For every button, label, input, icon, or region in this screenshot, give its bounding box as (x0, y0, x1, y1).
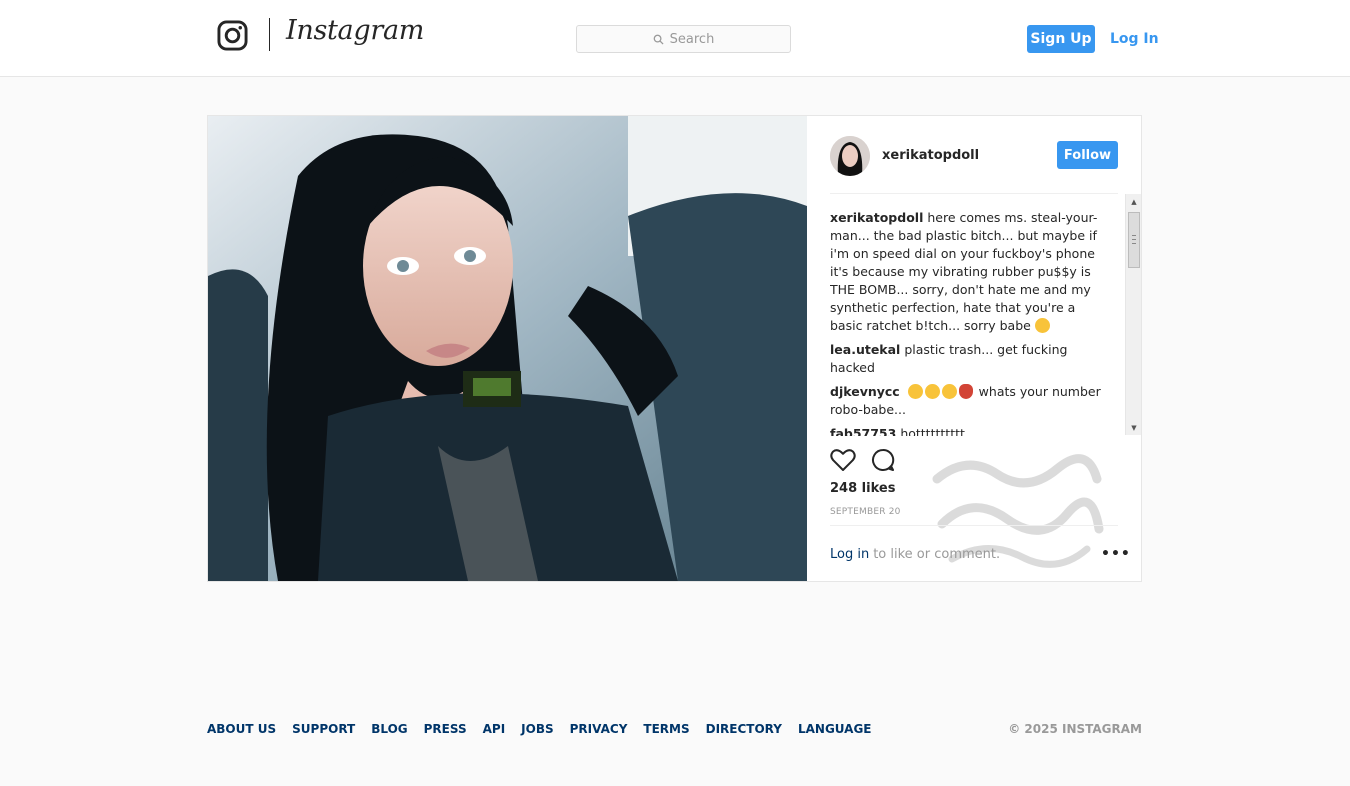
footer-link-directory[interactable]: DIRECTORY (706, 722, 782, 736)
like-count[interactable]: 248 likes (830, 481, 895, 496)
scroll-up-arrow-icon[interactable]: ▲ (1126, 194, 1142, 209)
comment-item: xerikatopdoll here comes ms. steal-your-m… (830, 209, 1105, 335)
footer-link-language[interactable]: LANGUAGE (798, 722, 872, 736)
footer-link-press[interactable]: PRESS (424, 722, 467, 736)
more-options-icon[interactable]: ••• (1101, 547, 1131, 561)
kissing-wink-emoji-icon (941, 384, 957, 399)
footer-link-support[interactable]: SUPPORT (292, 722, 355, 736)
follow-button[interactable]: Follow (1057, 141, 1118, 169)
footer-link-privacy[interactable]: PRIVACY (570, 722, 628, 736)
comments-scrollbar[interactable]: ▲ ▼ (1125, 194, 1141, 435)
comment-text: here comes ms. steal-your-man... the bad… (830, 210, 1098, 333)
avatar-image (830, 136, 870, 176)
page-footer: ABOUT US SUPPORT BLOG PRESS API JOBS PRI… (207, 722, 1142, 742)
footer-link-jobs[interactable]: JOBS (521, 722, 553, 736)
log-in-link[interactable]: Log In (1110, 31, 1159, 47)
comments-list[interactable]: xerikatopdoll here comes ms. steal-your-m… (830, 209, 1105, 436)
scrollbar-thumb[interactable] (1128, 212, 1140, 268)
footer-link-api[interactable]: API (483, 722, 506, 736)
log-in-to-comment-link[interactable]: Log in (830, 547, 869, 562)
sign-up-button[interactable]: Sign Up (1027, 25, 1095, 53)
post-photo[interactable] (208, 116, 807, 581)
instagram-wordmark[interactable]: Instagram (286, 15, 424, 46)
post-card: xerikatopdoll Follow xerikatopdoll here c… (207, 115, 1142, 582)
avatar[interactable] (830, 136, 870, 176)
divider (830, 525, 1118, 526)
search-input[interactable]: Search (576, 25, 791, 53)
comment-item: fab57753 hotttttttttt (830, 425, 1105, 436)
heart-eyes-emoji-icon (907, 384, 923, 399)
tongue-emoji-icon (958, 384, 973, 399)
comment-icon[interactable] (870, 447, 896, 473)
login-prompt-text: to like or comment. (873, 547, 1001, 562)
comment-item: djkevnycc whats your number robo-babe... (830, 383, 1105, 419)
footer-link-terms[interactable]: TERMS (643, 722, 689, 736)
comment-author[interactable]: fab57753 (830, 426, 896, 436)
heart-eyes-emoji-icon (924, 384, 940, 399)
footer-link-blog[interactable]: BLOG (371, 722, 407, 736)
post-header: xerikatopdoll Follow (830, 116, 1118, 194)
comment-author[interactable]: xerikatopdoll (830, 210, 923, 225)
comment-text: hotttttttttt (900, 426, 965, 436)
login-prompt: Log in to like or comment. (830, 547, 1000, 562)
comment-author[interactable]: djkevnycc (830, 384, 900, 399)
search-icon (653, 34, 664, 45)
footer-link-about-us[interactable]: ABOUT US (207, 722, 276, 736)
search-placeholder: Search (669, 31, 715, 47)
copyright: © 2025 INSTAGRAM (1008, 722, 1142, 736)
comment-item: lea.utekal plastic trash... get fucking h… (830, 341, 1105, 377)
instagram-camera-icon[interactable] (217, 20, 248, 51)
kissing-wink-emoji-icon (1034, 318, 1050, 333)
post-date: SEPTEMBER 20 (830, 507, 901, 517)
top-navigation-bar: Instagram Search Sign Up Log In (0, 0, 1350, 77)
post-photo-illustration (208, 116, 807, 581)
footer-links: ABOUT US SUPPORT BLOG PRESS API JOBS PRI… (207, 722, 872, 736)
post-details-panel: xerikatopdoll Follow xerikatopdoll here c… (807, 116, 1141, 581)
comment-author[interactable]: lea.utekal (830, 342, 900, 357)
scroll-down-arrow-icon[interactable]: ▼ (1126, 420, 1142, 435)
heart-icon[interactable] (830, 447, 856, 473)
logo-divider (269, 18, 270, 51)
post-username[interactable]: xerikatopdoll (882, 148, 979, 163)
